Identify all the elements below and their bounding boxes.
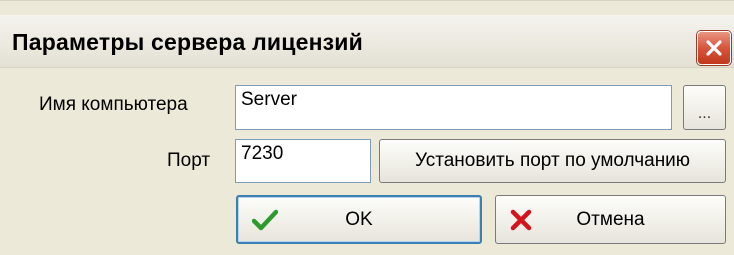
browse-button-label: ... xyxy=(697,105,712,122)
dialog-title: Параметры сервера лицензий xyxy=(12,29,363,55)
cross-icon xyxy=(510,209,532,231)
ok-button[interactable]: OK xyxy=(236,195,482,244)
computer-name-label: Имя компьютера xyxy=(39,94,188,115)
check-icon xyxy=(252,209,278,231)
set-default-port-label: Установить порт по умолчанию xyxy=(414,150,691,171)
title-bar[interactable]: Параметры сервера лицензий xyxy=(0,15,734,68)
browse-button[interactable]: ... xyxy=(683,85,726,130)
ok-button-label: OK xyxy=(345,208,373,230)
close-button[interactable] xyxy=(697,31,731,65)
cancel-button-label: Отмена xyxy=(576,208,645,230)
close-icon xyxy=(703,37,725,59)
set-default-port-button[interactable]: Установить порт по умолчанию xyxy=(379,139,726,183)
port-input[interactable]: 7230 xyxy=(235,139,371,183)
port-label: Порт xyxy=(167,150,211,171)
cancel-button[interactable]: Отмена xyxy=(495,195,726,244)
license-server-dialog: Параметры сервера лицензий Имя компьютер… xyxy=(0,0,734,255)
computer-name-input[interactable]: Server xyxy=(235,85,672,130)
